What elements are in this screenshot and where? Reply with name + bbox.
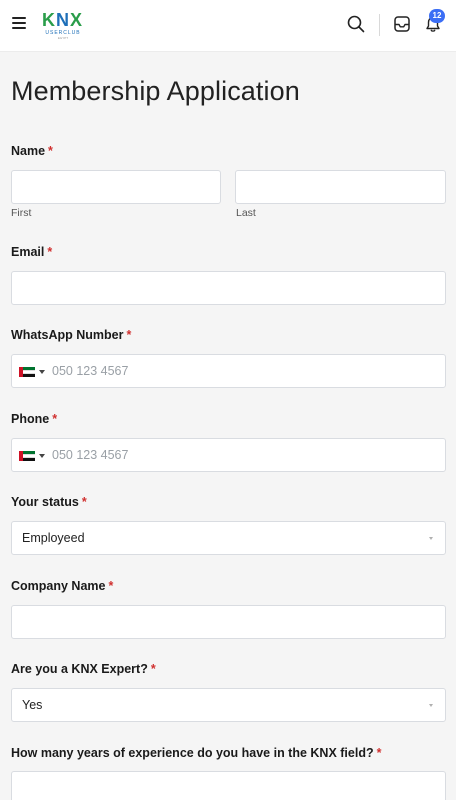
phone-label: Phone * <box>11 412 58 426</box>
experience-label: How many years of experience do you have… <box>11 746 382 760</box>
caret-down-icon <box>39 454 45 458</box>
required-mark: * <box>48 144 53 158</box>
menu-icon[interactable] <box>12 17 26 29</box>
chevron-down-icon <box>429 704 433 707</box>
required-mark: * <box>150 662 156 676</box>
knx-logo[interactable]: KNX USERCLUB EGYPT <box>42 10 84 40</box>
last-name-sublabel: Last <box>236 207 256 219</box>
company-label: Company Name * <box>11 579 114 593</box>
experience-input[interactable] <box>11 771 446 800</box>
required-mark: * <box>376 746 382 760</box>
status-selected-value: Employeed <box>22 531 85 545</box>
status-select[interactable]: Employeed <box>11 521 446 555</box>
whatsapp-input[interactable]: 050 123 4567 <box>11 354 446 388</box>
chevron-down-icon <box>429 537 433 540</box>
whatsapp-label: WhatsApp Number * <box>11 328 132 342</box>
page-title: Membership Application <box>11 76 300 106</box>
search-icon[interactable] <box>346 14 366 34</box>
required-mark: * <box>108 579 114 593</box>
first-name-sublabel: First <box>11 207 32 219</box>
uae-flag-icon <box>19 451 35 461</box>
top-bar: KNX USERCLUB EGYPT 12 <box>0 0 456 52</box>
required-mark: * <box>47 245 53 259</box>
uae-flag-icon <box>19 367 35 377</box>
status-label: Your status * <box>11 495 87 509</box>
first-name-input[interactable] <box>11 170 221 204</box>
phone-placeholder: 050 123 4567 <box>52 448 129 462</box>
country-selector[interactable] <box>18 365 50 379</box>
notification-badge: 12 <box>429 9 445 23</box>
required-mark: * <box>81 495 87 509</box>
knx-expert-select[interactable]: Yes <box>11 688 446 722</box>
logo-subtitle-small: EGYPT <box>57 36 69 40</box>
country-selector[interactable] <box>18 449 50 463</box>
caret-down-icon <box>39 370 45 374</box>
header-divider <box>379 14 380 36</box>
required-mark: * <box>126 328 132 342</box>
name-label: Name * <box>11 144 53 158</box>
company-input[interactable] <box>11 605 446 639</box>
last-name-input[interactable] <box>235 170 446 204</box>
inbox-icon[interactable] <box>392 14 412 34</box>
email-input[interactable] <box>11 271 446 305</box>
required-mark: * <box>52 412 58 426</box>
email-label: Email * <box>11 245 53 259</box>
phone-input[interactable]: 050 123 4567 <box>11 438 446 472</box>
whatsapp-placeholder: 050 123 4567 <box>52 364 129 378</box>
logo-mark: KNX <box>42 10 84 30</box>
knx-expert-label: Are you a KNX Expert? * <box>11 662 156 676</box>
knx-expert-selected-value: Yes <box>22 698 43 712</box>
